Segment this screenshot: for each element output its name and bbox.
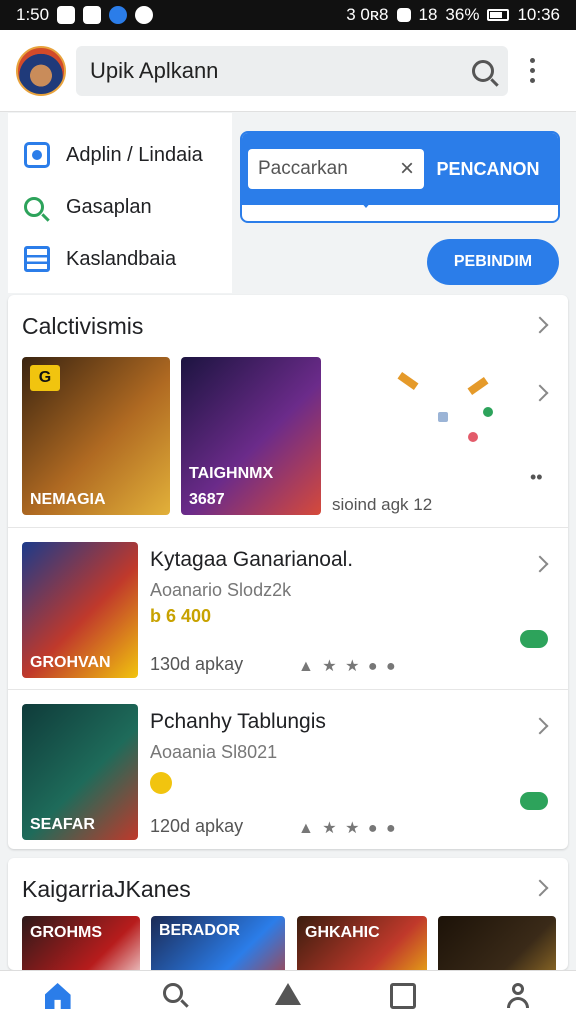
app-name: Kytagaa Ganarianoal. — [150, 548, 354, 571]
search-popup: Paccarkan × PENCANON — [240, 131, 560, 223]
status-signal: 18 — [418, 5, 438, 24]
chevron-right-icon[interactable] — [531, 879, 549, 897]
games-card: KaigarriaJKanes GROHMS BERADOR GHKAHIC — [8, 858, 568, 970]
app-art-caption: SEAFAR — [30, 816, 95, 833]
search-icon — [162, 983, 183, 1003]
emoji-icon — [150, 772, 172, 794]
popup-box: Paccarkan × PENCANON — [240, 131, 560, 223]
section-title: Calctivismis — [22, 313, 144, 339]
location-icon — [109, 6, 128, 24]
chevron-right-icon[interactable] — [531, 555, 549, 573]
box-icon — [390, 983, 417, 1009]
notification-icon — [57, 6, 76, 24]
app-art-caption: GROHVAN — [30, 654, 111, 671]
rating-stars: ▲ ★ ★ ● ● — [298, 820, 398, 837]
app-name: Pchanhy Tablungis — [150, 710, 326, 733]
more-dots-icon[interactable]: •• — [530, 467, 543, 488]
featured-tile-2[interactable]: TAIGHNMX 3687 — [181, 357, 321, 515]
popup-caret — [360, 201, 372, 208]
app-header: Upik Aplkann — [0, 30, 576, 112]
app-price: b 6 400 — [150, 606, 212, 626]
quick-link-adplin[interactable]: Adplin / Lindaia — [8, 129, 232, 181]
nav-profile[interactable] — [461, 971, 576, 1024]
popup-search-field[interactable]: Paccarkan × — [248, 149, 424, 189]
status-bar: 1:50 3 0ʀ8 18 36% 10:36 — [0, 0, 576, 30]
app-thumbnail: SEAFAR — [22, 704, 138, 840]
nav-library[interactable] — [346, 971, 461, 1024]
search-input[interactable]: Upik Aplkann — [76, 45, 508, 96]
avatar[interactable] — [16, 45, 66, 96]
featured-caption: NEMAGIA — [30, 491, 106, 508]
status-clock: 10:36 — [517, 5, 560, 24]
featured-side-text: sioind agk 12 — [332, 495, 433, 514]
popup-action-button[interactable]: PENCANON — [424, 159, 552, 180]
doc-icon — [24, 142, 50, 168]
quick-link-label: Kaslandbaia — [66, 247, 177, 270]
nav-apps[interactable] — [230, 971, 345, 1024]
featured-tile-1[interactable]: G NEMAGIA — [22, 357, 170, 515]
bottom-navigation — [0, 970, 576, 1024]
close-icon[interactable]: × — [400, 155, 414, 183]
more-vert-icon[interactable] — [530, 58, 536, 83]
play-icon — [135, 6, 154, 24]
app-row[interactable]: GROHVAN Kytagaa Ganarianoal. Aoanario Sl… — [8, 527, 568, 689]
nav-home[interactable] — [0, 971, 115, 1024]
status-battery: 36% — [445, 5, 480, 24]
featured-meta: 3687 — [189, 491, 225, 508]
featured-badge: G — [30, 365, 60, 391]
search-icon[interactable] — [472, 59, 494, 82]
battery-icon — [487, 9, 510, 21]
quick-link-gasaplan[interactable]: Gasaplan — [8, 181, 232, 233]
rating-stars: ▲ ★ ★ ● ● — [298, 658, 398, 675]
app-size: 130d apkay — [150, 654, 244, 674]
status-badge — [520, 630, 548, 648]
triangle-icon — [275, 983, 301, 1005]
primary-pill-button[interactable]: PEBINDIM — [427, 239, 559, 285]
section-title: KaigarriaJKanes — [22, 876, 191, 902]
game-tile-caption: GROHMS — [30, 924, 102, 941]
featured-side-art — [338, 357, 528, 515]
game-tile-caption: GHKAHIC — [305, 924, 380, 941]
sim-icon — [396, 8, 411, 22]
game-tile[interactable] — [438, 916, 556, 970]
featured-caption: TAIGHNMX — [189, 465, 274, 482]
chevron-right-icon[interactable] — [531, 316, 549, 334]
app-thumbnail: GROHVAN — [22, 542, 138, 678]
collection-card: Calctivismis G NEMAGIA TAIGHNMX 3687 sio… — [8, 295, 568, 849]
app-developer: Aoanario Slodz2k — [150, 580, 292, 600]
home-icon — [44, 983, 71, 1009]
quick-link-label: Gasaplan — [66, 195, 152, 218]
quick-links: Adplin / Lindaia Gasaplan Kaslandbaia — [8, 113, 232, 293]
status-badge — [520, 792, 548, 810]
game-tile[interactable]: BERADOR — [151, 916, 285, 970]
status-time: 1:50 — [16, 5, 50, 24]
search-icon — [24, 197, 44, 217]
status-right-text: 3 0ʀ8 — [346, 5, 389, 24]
app-developer: Aoaania Sl8021 — [150, 742, 278, 762]
popup-input-text: Paccarkan — [258, 158, 348, 179]
user-icon — [507, 983, 530, 1009]
nav-search[interactable] — [115, 971, 230, 1024]
game-tile[interactable]: GROHMS — [22, 916, 140, 970]
quick-link-label: Adplin / Lindaia — [66, 143, 203, 166]
search-text: Upik Aplkann — [90, 57, 219, 83]
chevron-right-icon[interactable] — [531, 384, 549, 402]
list-icon — [24, 246, 50, 272]
image-icon — [83, 6, 102, 24]
game-tile[interactable]: GHKAHIC — [297, 916, 427, 970]
quick-link-kaslandbaia[interactable]: Kaslandbaia — [8, 233, 232, 285]
game-tile-caption: BERADOR — [159, 922, 240, 939]
chevron-right-icon[interactable] — [531, 717, 549, 735]
app-size: 120d apkay — [150, 816, 244, 836]
app-row[interactable]: SEAFAR Pchanhy Tablungis Aoaania Sl8021 … — [8, 689, 568, 851]
